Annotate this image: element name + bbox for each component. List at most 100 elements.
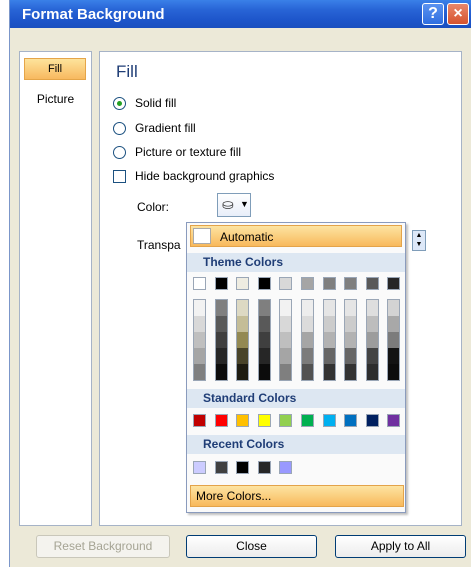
theme-shade-swatch[interactable]	[302, 364, 313, 380]
theme-colors-header: Theme Colors	[187, 253, 405, 272]
theme-color-swatch[interactable]	[257, 277, 271, 290]
recent-color-swatch[interactable]	[236, 461, 250, 474]
theme-color-swatch[interactable]	[365, 277, 379, 290]
theme-shade-swatch[interactable]	[388, 300, 400, 316]
reset-background-button[interactable]: Reset Background	[36, 535, 170, 558]
hide-graphics-label: Hide background graphics	[135, 169, 275, 183]
recent-color-swatch[interactable]	[279, 461, 293, 474]
standard-color-swatch[interactable]	[387, 414, 401, 427]
recent-color-swatch[interactable]	[257, 461, 271, 474]
theme-shade-swatch[interactable]	[345, 332, 357, 348]
theme-shade-swatch[interactable]	[194, 332, 205, 348]
theme-shade-column	[322, 299, 336, 381]
theme-shade-swatch[interactable]	[345, 364, 357, 380]
theme-shade-swatch[interactable]	[388, 364, 400, 380]
theme-shade-swatch[interactable]	[366, 332, 378, 348]
solid-fill-radio[interactable]	[113, 96, 126, 110]
theme-shade-swatch[interactable]	[215, 364, 227, 380]
standard-color-swatch[interactable]	[365, 414, 379, 427]
standard-color-swatch[interactable]	[279, 414, 293, 427]
standard-color-swatch[interactable]	[322, 414, 336, 427]
theme-shade-swatch[interactable]	[345, 300, 357, 316]
transparency-spinner[interactable]: ▲ ▼	[412, 230, 426, 251]
theme-shade-swatch[interactable]	[323, 316, 335, 332]
recent-color-swatch[interactable]	[193, 461, 206, 474]
gradient-fill-radio[interactable]	[113, 121, 126, 135]
picture-fill-option[interactable]: Picture or texture fill	[113, 143, 241, 161]
picture-fill-radio[interactable]	[113, 145, 126, 159]
theme-shade-swatch[interactable]	[215, 316, 227, 332]
standard-color-swatch[interactable]	[236, 414, 250, 427]
theme-shade-swatch[interactable]	[237, 364, 249, 380]
theme-shade-swatch[interactable]	[194, 316, 205, 332]
theme-shade-swatch[interactable]	[215, 348, 227, 364]
hide-graphics-option[interactable]: Hide background graphics	[113, 167, 274, 185]
recent-color-swatch[interactable]	[214, 461, 228, 474]
theme-shade-swatch[interactable]	[237, 348, 249, 364]
color-picker-button[interactable]: ⛀ ▼	[217, 193, 251, 217]
theme-shade-swatch[interactable]	[194, 300, 205, 316]
theme-shade-swatch[interactable]	[258, 316, 270, 332]
automatic-color-item[interactable]: Automatic	[190, 225, 402, 247]
theme-shade-swatch[interactable]	[366, 300, 378, 316]
theme-shade-swatch[interactable]	[323, 348, 335, 364]
theme-color-swatch[interactable]	[236, 277, 250, 290]
standard-color-swatch[interactable]	[257, 414, 271, 427]
apply-to-all-button[interactable]: Apply to All	[335, 535, 466, 558]
theme-shade-swatch[interactable]	[345, 348, 357, 364]
theme-shade-swatch[interactable]	[323, 300, 335, 316]
theme-color-swatch[interactable]	[301, 277, 314, 290]
hide-graphics-checkbox[interactable]	[113, 169, 126, 183]
theme-shade-swatch[interactable]	[345, 316, 357, 332]
standard-color-swatch[interactable]	[344, 414, 358, 427]
theme-shade-swatch[interactable]	[194, 348, 205, 364]
nav-item-picture[interactable]: Picture	[20, 92, 91, 106]
more-colors-item[interactable]: More Colors...	[190, 485, 404, 507]
theme-shade-swatch[interactable]	[280, 332, 292, 348]
theme-shade-swatch[interactable]	[258, 300, 270, 316]
theme-shade-swatch[interactable]	[388, 332, 400, 348]
standard-color-swatch[interactable]	[193, 414, 206, 427]
theme-shade-swatch[interactable]	[280, 364, 292, 380]
theme-shade-swatch[interactable]	[237, 300, 249, 316]
title-bar[interactable]: Format Background ? ×	[10, 0, 471, 28]
theme-shade-swatch[interactable]	[366, 348, 378, 364]
theme-shade-swatch[interactable]	[302, 300, 313, 316]
theme-shade-swatch[interactable]	[302, 348, 313, 364]
theme-shade-swatch[interactable]	[366, 364, 378, 380]
theme-shade-swatch[interactable]	[323, 332, 335, 348]
category-pane: Fill Picture	[19, 51, 92, 526]
theme-shade-swatch[interactable]	[237, 332, 249, 348]
theme-shade-swatch[interactable]	[323, 364, 335, 380]
theme-color-swatch[interactable]	[387, 277, 401, 290]
theme-shade-swatch[interactable]	[215, 332, 227, 348]
theme-shade-swatch[interactable]	[388, 316, 400, 332]
theme-shade-swatch[interactable]	[302, 332, 313, 348]
theme-color-swatch[interactable]	[214, 277, 228, 290]
close-button[interactable]: Close	[186, 535, 317, 558]
theme-shade-swatch[interactable]	[237, 316, 249, 332]
theme-color-swatch[interactable]	[322, 277, 336, 290]
theme-shade-swatch[interactable]	[302, 316, 313, 332]
theme-color-swatch[interactable]	[193, 277, 206, 290]
help-button[interactable]: ?	[422, 3, 444, 25]
standard-color-swatch[interactable]	[214, 414, 228, 427]
theme-shade-swatch[interactable]	[258, 332, 270, 348]
theme-shade-swatch[interactable]	[194, 364, 205, 380]
theme-shade-swatch[interactable]	[280, 300, 292, 316]
theme-shade-swatch[interactable]	[215, 300, 227, 316]
theme-shade-swatch[interactable]	[388, 348, 400, 364]
theme-shade-swatch[interactable]	[280, 348, 292, 364]
theme-shade-swatch[interactable]	[258, 364, 270, 380]
solid-fill-option[interactable]: Solid fill	[113, 94, 176, 112]
color-dropdown-menu: Automatic Theme Colors Standard Colors R…	[186, 222, 406, 513]
standard-color-swatch[interactable]	[301, 414, 314, 427]
theme-color-swatch[interactable]	[279, 277, 293, 290]
gradient-fill-option[interactable]: Gradient fill	[113, 119, 196, 137]
theme-color-swatch[interactable]	[344, 277, 358, 290]
theme-shade-swatch[interactable]	[258, 348, 270, 364]
theme-shade-swatch[interactable]	[280, 316, 292, 332]
theme-shade-swatch[interactable]	[366, 316, 378, 332]
nav-item-fill[interactable]: Fill	[24, 58, 86, 80]
close-window-button[interactable]: ×	[447, 3, 469, 25]
